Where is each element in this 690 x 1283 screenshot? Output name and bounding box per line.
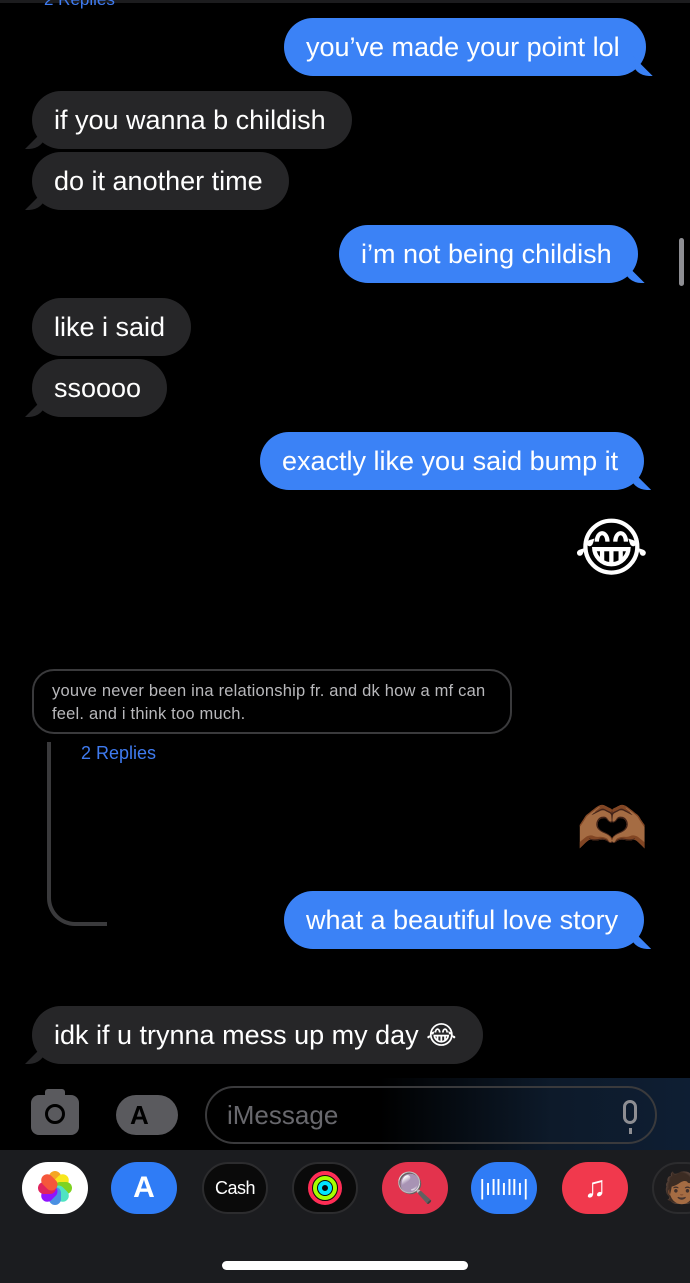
message-sent[interactable]: you’ve made your point lol: [284, 18, 646, 76]
waveform-glyph: |ıllıllı|: [479, 1175, 529, 1200]
app-store-icon[interactable]: A: [111, 1162, 177, 1214]
photos-icon[interactable]: [22, 1162, 88, 1214]
message-input[interactable]: [227, 1088, 587, 1142]
message-text: idk if u trynna mess up my day: [54, 1020, 419, 1050]
app-store-glyph: A: [133, 1171, 155, 1204]
message-sent[interactable]: exactly like you said bump it: [260, 432, 645, 490]
music-glyph: ♫: [583, 1171, 607, 1204]
activity-rings-icon[interactable]: [292, 1162, 358, 1214]
message-received[interactable]: ssoooo: [32, 359, 168, 417]
camera-icon[interactable]: [31, 1089, 79, 1135]
app-store-glyph: A: [130, 1100, 149, 1130]
heart-hands-emoji-message[interactable]: 🫶🏾: [576, 800, 648, 858]
quoted-reply-text: youve never been ina relationship fr. an…: [52, 682, 486, 723]
memoji-glyph: 🧑🏾: [663, 1171, 690, 1205]
microphone-icon[interactable]: [623, 1100, 637, 1134]
message-received[interactable]: like i said: [32, 298, 192, 356]
quoted-reply[interactable]: youve never been ina relationship fr. an…: [32, 669, 512, 734]
message-sent[interactable]: i’m not being childish: [339, 225, 638, 283]
scrollbar[interactable]: [679, 238, 684, 286]
image-search-icon[interactable]: 🔍: [382, 1162, 448, 1214]
audio-waveform-icon[interactable]: |ıllıllı|: [471, 1162, 537, 1214]
cash-app-icon[interactable]: Cash: [202, 1162, 268, 1214]
message-sent[interactable]: what a beautiful love story: [284, 891, 645, 949]
image-search-glyph: 🔍: [396, 1171, 434, 1205]
laughing-emoji: 😂: [426, 1020, 457, 1050]
replies-link[interactable]: 2 Replies: [81, 743, 156, 764]
laughing-emoji-message[interactable]: 😂: [574, 516, 649, 580]
app-store-icon[interactable]: A: [116, 1095, 178, 1135]
message-received[interactable]: idk if u trynna mess up my day 😂: [32, 1006, 483, 1064]
cash-label: Cash: [214, 1177, 256, 1198]
replies-link-top[interactable]: 2 Replies: [44, 0, 115, 10]
music-note-icon[interactable]: ♫: [562, 1162, 628, 1214]
home-indicator[interactable]: [222, 1261, 468, 1270]
message-field[interactable]: [205, 1086, 657, 1144]
message-received[interactable]: if you wanna b childish: [32, 91, 352, 149]
message-received[interactable]: do it another time: [32, 152, 289, 210]
reply-thread-line: [47, 742, 107, 926]
